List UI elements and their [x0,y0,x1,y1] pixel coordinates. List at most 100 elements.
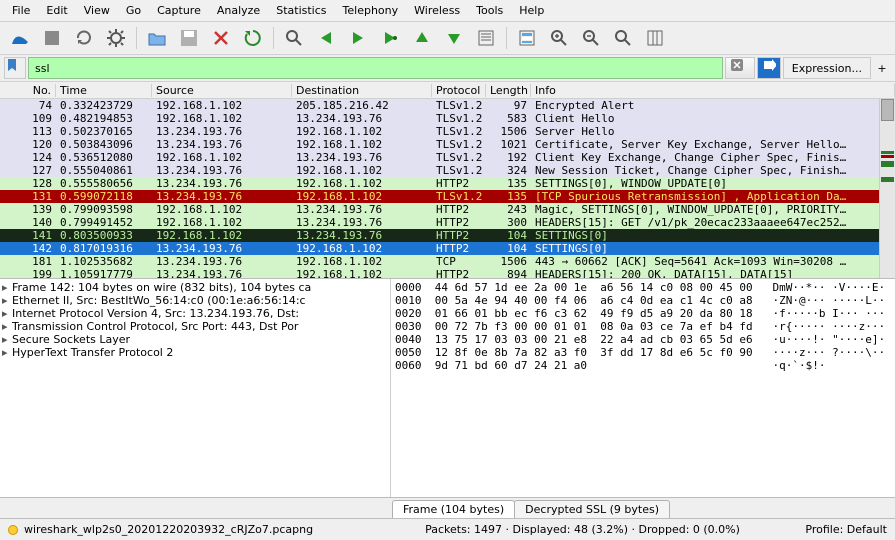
reload-icon [243,28,263,48]
col-header-dest[interactable]: Destination [292,84,432,97]
arrow-left-icon [316,28,336,48]
go-forward-button[interactable] [344,24,372,52]
zoom-out-icon [581,28,601,48]
packet-row[interactable]: 1410.803500933192.168.1.10213.234.193.76… [0,229,895,242]
menu-statistics[interactable]: Statistics [268,2,334,19]
packet-list-pane: No. Time Source Destination Protocol Len… [0,82,895,279]
expression-button[interactable]: Expression... [783,57,871,79]
go-first-button[interactable] [408,24,436,52]
display-filter-input[interactable] [28,57,723,79]
packet-row[interactable]: 1280.55558065613.234.193.76192.168.1.102… [0,177,895,190]
packet-bytes-pane[interactable]: 0000 44 6d 57 1d ee 2a 00 1e a6 56 14 c0… [390,279,895,497]
folder-open-icon [147,28,167,48]
go-to-packet-button[interactable] [376,24,404,52]
tree-item[interactable]: ▸Frame 142: 104 bytes on wire (832 bits)… [0,281,390,294]
col-header-length[interactable]: Length [486,84,531,97]
capture-file-name: wireshark_wlp2s0_20201220203932_cRJZo7.p… [24,523,313,536]
packet-list-scrollbar[interactable] [879,99,895,278]
packet-row[interactable]: 1240.536512080192.168.1.10213.234.193.76… [0,151,895,164]
expert-info-button[interactable] [8,525,18,535]
packet-row[interactable]: 1991.10591777913.234.193.76192.168.1.102… [0,268,895,278]
search-icon [284,28,304,48]
restart-capture-button[interactable] [70,24,98,52]
arrow-right-icon [348,28,368,48]
tree-item[interactable]: ▸HyperText Transfer Protocol 2 [0,346,390,359]
packet-row[interactable]: 1390.799093598192.168.1.10213.234.193.76… [0,203,895,216]
packet-row[interactable]: 1400.799491452192.168.1.10213.234.193.76… [0,216,895,229]
menu-telephony[interactable]: Telephony [335,2,407,19]
packet-row[interactable]: 1130.50237016513.234.193.76192.168.1.102… [0,125,895,138]
col-header-time[interactable]: Time [56,84,152,97]
expand-icon[interactable]: ▸ [2,281,12,294]
filter-bookmark-button[interactable] [4,57,26,79]
menu-tools[interactable]: Tools [468,2,511,19]
tree-item[interactable]: ▸Ethernet II, Src: BestItWo_56:14:c0 (00… [0,294,390,307]
colorize-icon [517,28,537,48]
zoom-in-button[interactable] [545,24,573,52]
expand-icon[interactable]: ▸ [2,307,12,320]
stop-capture-button[interactable] [38,24,66,52]
reload-button[interactable] [239,24,267,52]
goto-icon [380,28,400,48]
restart-icon [74,28,94,48]
expand-icon[interactable]: ▸ [2,346,12,359]
stop-icon [42,28,62,48]
main-toolbar [0,22,895,55]
col-header-info[interactable]: Info [531,84,895,97]
menu-go[interactable]: Go [118,2,149,19]
open-file-button[interactable] [143,24,171,52]
packet-row[interactable]: 1200.50384309613.234.193.76192.168.1.102… [0,138,895,151]
expand-icon[interactable]: ▸ [2,294,12,307]
close-file-button[interactable] [207,24,235,52]
menu-wireless[interactable]: Wireless [406,2,468,19]
menu-help[interactable]: Help [511,2,552,19]
packet-row[interactable]: 740.332423729192.168.1.102205.185.216.42… [0,99,895,112]
packet-row[interactable]: 1270.55504086113.234.193.76192.168.1.102… [0,164,895,177]
packet-row[interactable]: 1420.81701931613.234.193.76192.168.1.102… [0,242,895,255]
status-bar: wireshark_wlp2s0_20201220203932_cRJZo7.p… [0,519,895,540]
capture-options-button[interactable] [102,24,130,52]
start-capture-button[interactable] [6,24,34,52]
arrow-down-icon [444,28,464,48]
clear-filter-button[interactable] [725,57,755,79]
tab-frame-bytes[interactable]: Frame (104 bytes) [392,500,515,518]
tree-item[interactable]: ▸Internet Protocol Version 4, Src: 13.23… [0,307,390,320]
zoom-reset-button[interactable] [609,24,637,52]
go-last-button[interactable] [440,24,468,52]
colorize-button[interactable] [513,24,541,52]
find-packet-button[interactable] [280,24,308,52]
resize-columns-button[interactable] [641,24,669,52]
col-header-proto[interactable]: Protocol [432,84,486,97]
go-back-button[interactable] [312,24,340,52]
tree-item[interactable]: ▸Secure Sockets Layer [0,333,390,346]
col-header-no[interactable]: No. [0,84,56,97]
tab-decrypted-ssl[interactable]: Decrypted SSL (9 bytes) [514,500,670,518]
save-icon [179,28,199,48]
add-filter-button[interactable]: + [873,57,891,79]
menu-capture[interactable]: Capture [149,2,209,19]
close-icon [211,28,231,48]
profile-label[interactable]: Profile: Default [777,523,887,536]
packet-list-header: No. Time Source Destination Protocol Len… [0,82,895,99]
apply-filter-button[interactable] [757,57,781,79]
packet-counts: Packets: 1497 · Displayed: 48 (3.2%) · D… [398,523,767,536]
zoom-reset-icon [613,28,633,48]
save-file-button[interactable] [175,24,203,52]
zoom-out-button[interactable] [577,24,605,52]
menubar: File Edit View Go Capture Analyze Statis… [0,0,895,22]
tree-item[interactable]: ▸Transmission Control Protocol, Src Port… [0,320,390,333]
menu-view[interactable]: View [76,2,118,19]
expand-icon[interactable]: ▸ [2,333,12,346]
resize-columns-icon [645,28,665,48]
menu-file[interactable]: File [4,2,38,19]
packet-row[interactable]: 1310.59907211813.234.193.76192.168.1.102… [0,190,895,203]
menu-analyze[interactable]: Analyze [209,2,268,19]
packet-row[interactable]: 1090.482194853192.168.1.10213.234.193.76… [0,112,895,125]
packet-details-pane[interactable]: ▸Frame 142: 104 bytes on wire (832 bits)… [0,279,390,497]
col-header-source[interactable]: Source [152,84,292,97]
packet-row[interactable]: 1811.10253568213.234.193.76192.168.1.102… [0,255,895,268]
menu-edit[interactable]: Edit [38,2,75,19]
auto-scroll-button[interactable] [472,24,500,52]
expand-icon[interactable]: ▸ [2,320,12,333]
packet-list-body[interactable]: 740.332423729192.168.1.102205.185.216.42… [0,99,895,278]
